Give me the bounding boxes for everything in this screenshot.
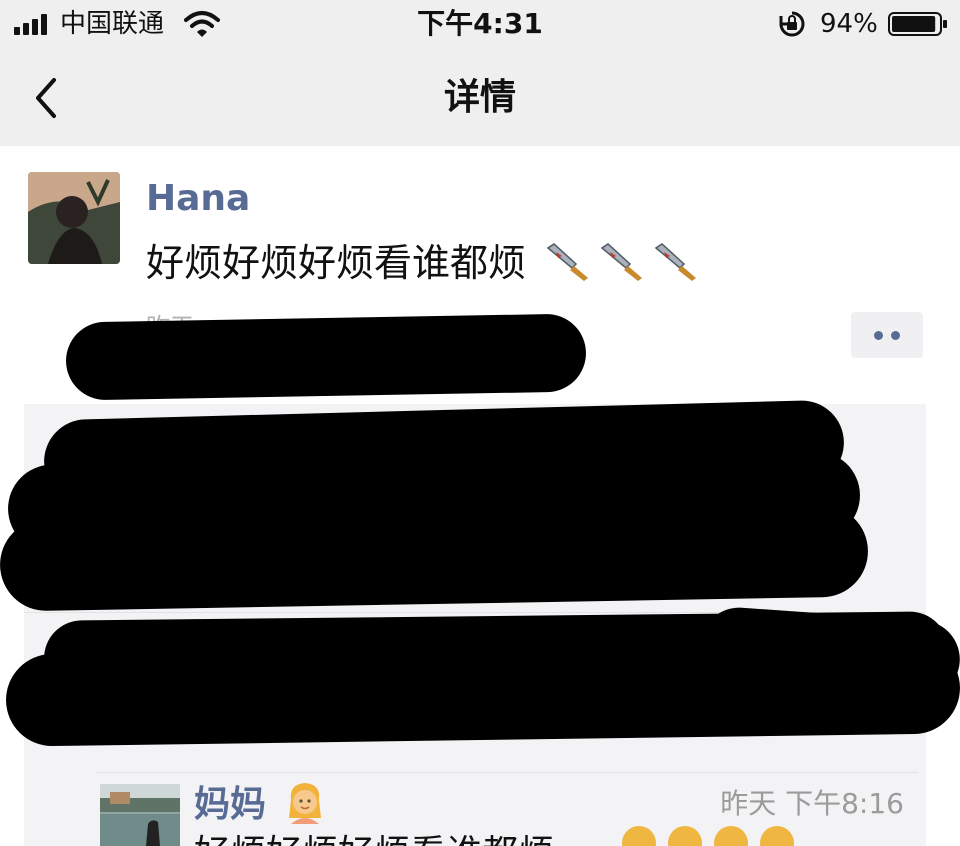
status-bar: 中国联通 下午4:31 94%	[0, 0, 960, 50]
rotation-lock-icon	[779, 11, 805, 37]
comment-time: 昨天 下午8:16	[720, 787, 904, 820]
more-dot	[874, 331, 883, 340]
post-text: 好烦好烦好烦看谁都烦	[146, 241, 527, 285]
kitchen-knife-icon	[546, 243, 589, 281]
avatar-photo	[100, 784, 180, 846]
kitchen-knife-icon	[654, 243, 697, 281]
wifi-icon	[184, 11, 220, 37]
more-dots-button[interactable]	[851, 312, 923, 358]
status-time: 下午4:31	[417, 7, 543, 40]
page-title: 详情	[443, 77, 516, 118]
avatar-photo	[28, 172, 120, 264]
battery-icon	[888, 12, 947, 36]
signal-bars-icon	[14, 13, 54, 35]
carrier-name: 中国联通	[60, 9, 165, 39]
redaction-mark	[0, 504, 869, 612]
commenter-avatar[interactable]	[100, 784, 180, 846]
navigation-bar: 详情	[0, 50, 960, 146]
commenter-name[interactable]: 妈妈	[194, 780, 325, 828]
post-content: 好烦好烦好烦看谁都烦	[146, 236, 700, 290]
redaction-mark	[65, 313, 587, 401]
author-name[interactable]: Hana	[146, 176, 250, 222]
author-avatar[interactable]	[28, 172, 120, 264]
comment-text: 好烦好烦好烦看谁都烦	[194, 832, 554, 846]
battery-percent: 94%	[820, 9, 878, 39]
commenter-name-text: 妈妈	[194, 784, 267, 825]
back-button[interactable]	[20, 70, 76, 126]
kitchen-knife-icon	[600, 243, 643, 281]
moments-detail-screen: 中国联通 下午4:31 94% 详情 Hana 好烦好烦好烦看谁都烦 妈妈 昨天…	[0, 0, 960, 846]
more-dot	[891, 331, 900, 340]
woman-emoji-icon	[288, 783, 321, 824]
